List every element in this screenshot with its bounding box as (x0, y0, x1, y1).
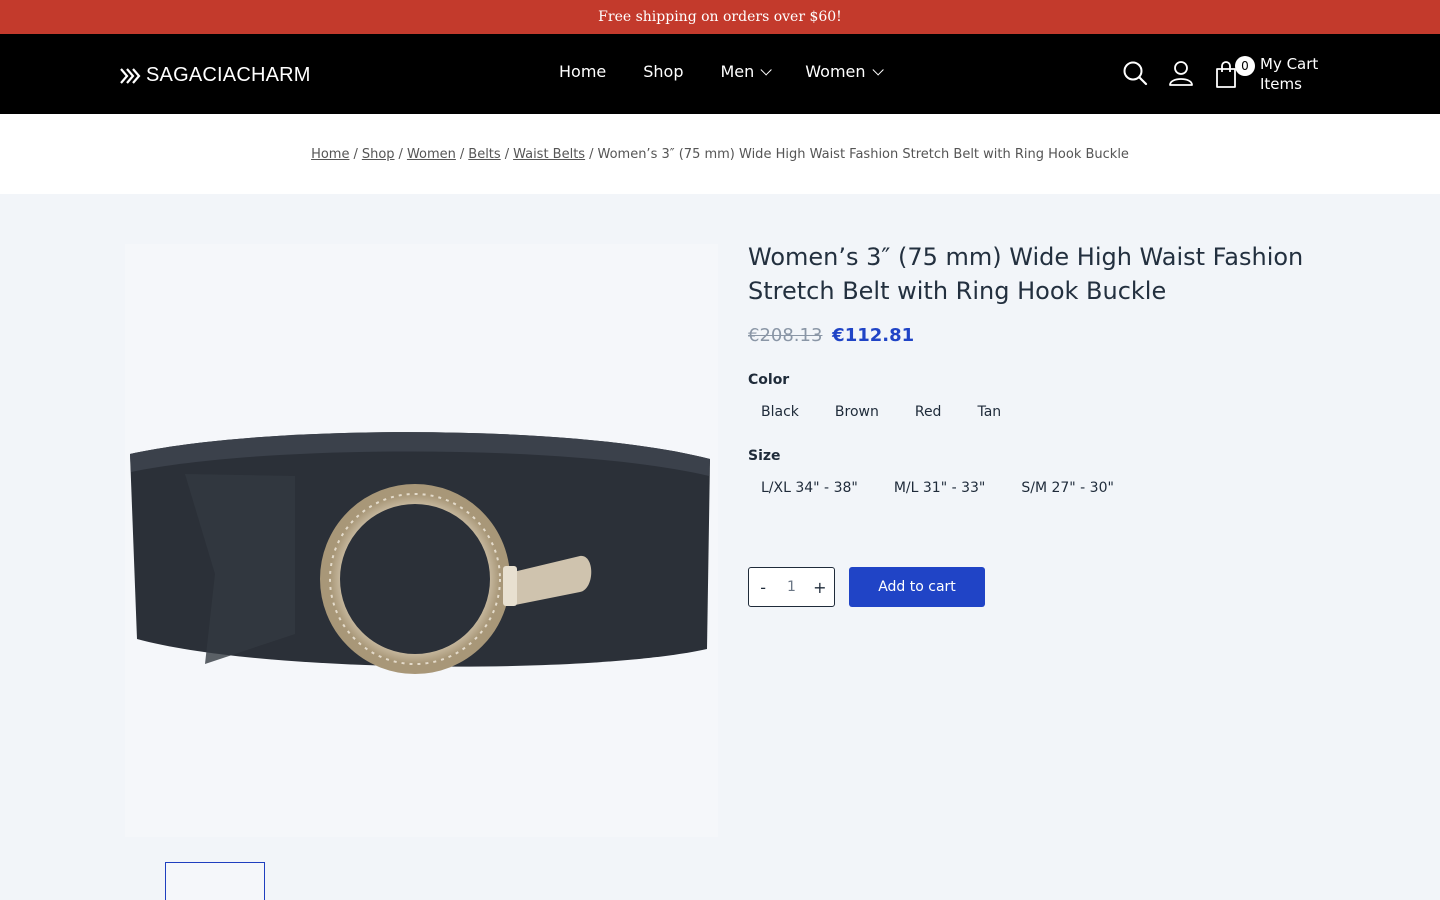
sale-price: €112.81 (832, 325, 915, 346)
breadcrumb-waist-belts[interactable]: Waist Belts (513, 147, 585, 162)
nav-men-label: Men (720, 62, 755, 81)
quantity-decrease-button[interactable]: - (749, 578, 777, 597)
breadcrumb-shop[interactable]: Shop (362, 147, 395, 162)
nav-shop[interactable]: Shop (643, 62, 683, 81)
breadcrumb-women[interactable]: Women (407, 147, 456, 162)
breadcrumb-current: Women’s 3″ (75 mm) Wide High Waist Fashi… (597, 146, 1129, 162)
breadcrumb-separator: / (353, 146, 358, 162)
breadcrumb-separator: / (589, 146, 594, 162)
search-icon[interactable] (1122, 60, 1148, 90)
quantity-input[interactable]: 1 (777, 579, 805, 595)
logo-text: SAGACIACHARM (146, 64, 311, 86)
size-label: Size (748, 448, 781, 464)
product-image[interactable] (125, 244, 718, 837)
cart-label: My Cart Items (1260, 54, 1318, 94)
size-option-lxl[interactable]: L/XL 34" - 38" (748, 474, 871, 502)
cart-button[interactable]: 0 My Cart Items (1214, 54, 1318, 94)
product-info: Women’s 3″ (75 mm) Wide High Waist Fashi… (748, 240, 1348, 502)
logo-mark-icon (120, 67, 141, 84)
thumbnail-active[interactable] (165, 862, 265, 900)
announcement-bar: Free shipping on orders over $60! (0, 0, 1440, 34)
purchase-controls: - 1 + Add to cart (748, 567, 985, 607)
chevron-down-icon (760, 63, 773, 76)
size-options: L/XL 34" - 38" M/L 31" - 33" S/M 27" - 3… (748, 474, 1348, 502)
cart-label-line2: Items (1260, 75, 1302, 93)
color-option-tan[interactable]: Tan (964, 398, 1014, 426)
nav-women-label: Women (805, 62, 866, 81)
color-option-black[interactable]: Black (748, 398, 812, 426)
nav-home[interactable]: Home (559, 62, 606, 81)
breadcrumb-home[interactable]: Home (311, 147, 349, 162)
site-header: SAGACIACHARM Home Shop Men Women 0 My Ca… (0, 34, 1440, 114)
quantity-increase-button[interactable]: + (806, 578, 834, 597)
breadcrumb-separator: / (398, 146, 403, 162)
add-to-cart-button[interactable]: Add to cart (849, 567, 985, 607)
nav-home-label: Home (559, 62, 607, 81)
nav-women[interactable]: Women (805, 62, 884, 81)
size-option-sm[interactable]: S/M 27" - 30" (1008, 474, 1127, 502)
breadcrumb-separator: / (459, 146, 465, 162)
announcement-text: Free shipping on orders over $60! (598, 9, 842, 25)
product-title: Women’s 3″ (75 mm) Wide High Waist Fashi… (748, 243, 1304, 305)
color-option-red[interactable]: Red (902, 398, 955, 426)
size-option-ml[interactable]: M/L 31" - 33" (881, 474, 999, 502)
chevron-down-icon (872, 63, 884, 76)
breadcrumb-separator: / (504, 146, 510, 162)
color-options: Black Brown Red Tan (748, 398, 1348, 426)
old-price: €208.13 (748, 325, 823, 346)
site-logo[interactable]: SAGACIACHARM (120, 64, 311, 87)
color-label: Color (748, 372, 790, 388)
main-nav: Home Shop Men Women (559, 62, 917, 81)
breadcrumb-belts[interactable]: Belts (468, 147, 500, 162)
nav-men[interactable]: Men (720, 62, 773, 81)
price-block: €208.13 €112.81 (748, 325, 1348, 346)
belt-image (130, 432, 710, 674)
breadcrumb: Home / Shop / Women / Belts / Waist Belts / W… (0, 114, 1440, 194)
cart-count-badge: 0 (1235, 56, 1255, 76)
quantity-stepper: - 1 + (748, 567, 835, 607)
color-option-brown[interactable]: Brown (822, 398, 892, 426)
nav-shop-label: Shop (643, 62, 684, 81)
cart-label-line1: My Cart (1260, 55, 1319, 73)
account-icon[interactable] (1168, 60, 1194, 90)
